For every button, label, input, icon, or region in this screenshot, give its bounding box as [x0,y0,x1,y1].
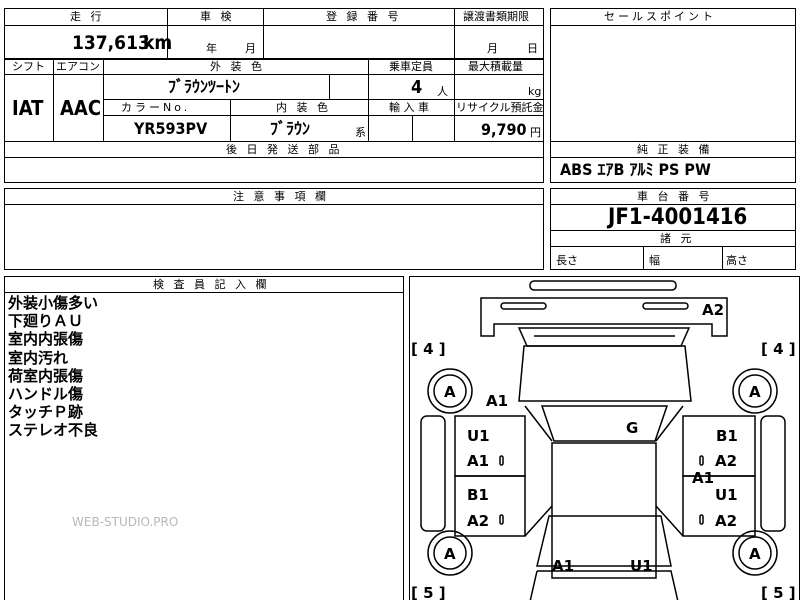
windshield [540,405,669,442]
transfer-deadline-header: 譲渡書類期限 [463,10,529,23]
selling-points-box [550,8,796,142]
recycle-value: 9,790 [481,120,527,139]
left-rear-handle [499,514,504,525]
shift-value: IAT [12,96,44,120]
mark-front-bumper: A2 [702,301,724,319]
interior-color-value: ﾌﾞﾗｳﾝ [270,119,311,138]
exterior-color-header: 外 装 色 [210,60,265,73]
dimension-height-label: 高さ [726,254,748,267]
mark-right-front-door-b: B1 [716,427,738,445]
dimension-length-label: 長さ [556,254,578,267]
hood [517,327,691,347]
inspector-note: ステレオ不良 [8,421,99,440]
color-no-value: YR593PV [134,119,208,138]
capacity-header: 乗車定員 [389,60,433,73]
max-load-header: 最大積載量 [468,60,523,73]
registration-header: 登 録 番 号 [326,10,402,23]
interior-color-header: 内 装 色 [276,101,331,114]
inspector-note: タッチＰ跡 [8,403,84,422]
import-cell-a [368,115,413,142]
inspector-note: 荷室内張傷 [8,366,84,385]
mark-left-front-door-u: U1 [467,427,490,445]
left-sill [420,415,446,532]
equipment-value: ABS ｴｱB ｱﾙﾐ PS PW [560,160,711,179]
mark-right-front-door-a: A2 [715,452,737,470]
transfer-day: 日 [527,42,538,55]
hood-panel [518,345,692,402]
recycle-header: リサイクル預託金 [456,101,544,114]
mark-tire-fr: A [749,383,761,401]
transfer-month: 月 [487,42,498,55]
tire-bracket-rl: [ 5 ] [411,584,446,600]
load-unit: kg [528,85,542,98]
car-diagram: [ 4 ] [ 4 ] [ 5 ] [ 5 ] A2 A A A A A1 G … [411,280,796,600]
inspector-note: 室内汚れ [8,348,69,367]
recycle-unit: 円 [530,126,541,139]
mark-right-rear-door-a: A2 [715,512,737,530]
watermark: WEB-STUDIO.PRO [72,515,179,529]
mark-windshield: G [626,419,638,437]
right-sill [760,415,786,532]
left-front-handle [499,455,504,466]
exterior-color-extra-cell [329,74,369,100]
mark-right-pillar: A1 [692,469,714,487]
inspector-note: 外装小傷多い [8,294,99,312]
inspector-header: 検 査 員 記 入 欄 [153,278,270,291]
shift-header: シフト [12,60,45,73]
selling-points-header: セールスポイント [604,10,716,23]
aircon-value: AAC [60,96,102,120]
mark-left-rear-door-b: B1 [467,486,489,504]
later-parts-header: 後 日 発 送 部 品 [226,143,343,156]
mark-tire-rr: A [749,545,761,563]
inspector-note: 室内内張傷 [8,330,84,349]
left-rear-door [454,475,526,537]
dimensions-header: 諸 元 [660,232,695,245]
mark-tire-rl: A [444,545,456,563]
color-no-header: カラーNo. [121,101,191,114]
front-bumper-right-light [642,302,689,310]
left-front-door [454,415,526,477]
import-header: 輸 入 車 [389,101,429,114]
tire-bracket-rr: [ 5 ] [761,584,796,600]
registration-cell [263,25,455,59]
right-front-handle [699,455,704,466]
inspector-note: ハンドル傷 [8,385,84,404]
mark-rear-left: A1 [552,557,574,575]
inspection-year: 年 [206,42,217,55]
tire-bracket-fl: [ 4 ] [411,340,446,358]
mark-rear-right: U1 [630,557,653,575]
chassis-number: JF1-4001416 [608,205,748,230]
mark-tire-fl: A [444,383,456,401]
chassis-header: 車 台 番 号 [637,190,713,203]
inspector-notes: 外装小傷多い 下廻りＡＵ 室内内張傷 室内汚れ 荷室内張傷 ハンドル傷 タッチＰ… [8,294,98,440]
capacity-value: 4 [411,77,423,98]
exterior-color-value: ﾌﾞﾗｳﾝﾂｰﾄﾝ [168,77,241,96]
equipment-header: 純 正 装 備 [637,143,713,156]
front-bumper-top [529,280,677,291]
aircon-header: エアコン [56,60,100,73]
tire-bracket-fr: [ 4 ] [761,340,796,358]
mark-left-rear-door-a: A2 [467,512,489,530]
mileage-value: 137,613 [72,32,150,54]
mark-left-front-door-a: A1 [467,452,489,470]
caution-header: 注 意 事 項 欄 [233,190,329,203]
mileage-header: 走 行 [70,10,105,23]
interior-suffix: 系 [355,126,366,139]
import-cell-b [412,115,455,142]
capacity-unit: 人 [437,85,448,98]
inspection-month: 月 [245,42,256,55]
right-rear-handle [699,514,704,525]
inspection-header: 車 検 [200,10,235,23]
dimension-width-label: 幅 [649,254,660,267]
front-bumper-left-light [500,302,547,310]
inspector-note: 下廻りＡＵ [8,312,84,331]
mark-right-rear-door-u: U1 [715,486,738,504]
mark-hood-left: A1 [486,392,508,410]
